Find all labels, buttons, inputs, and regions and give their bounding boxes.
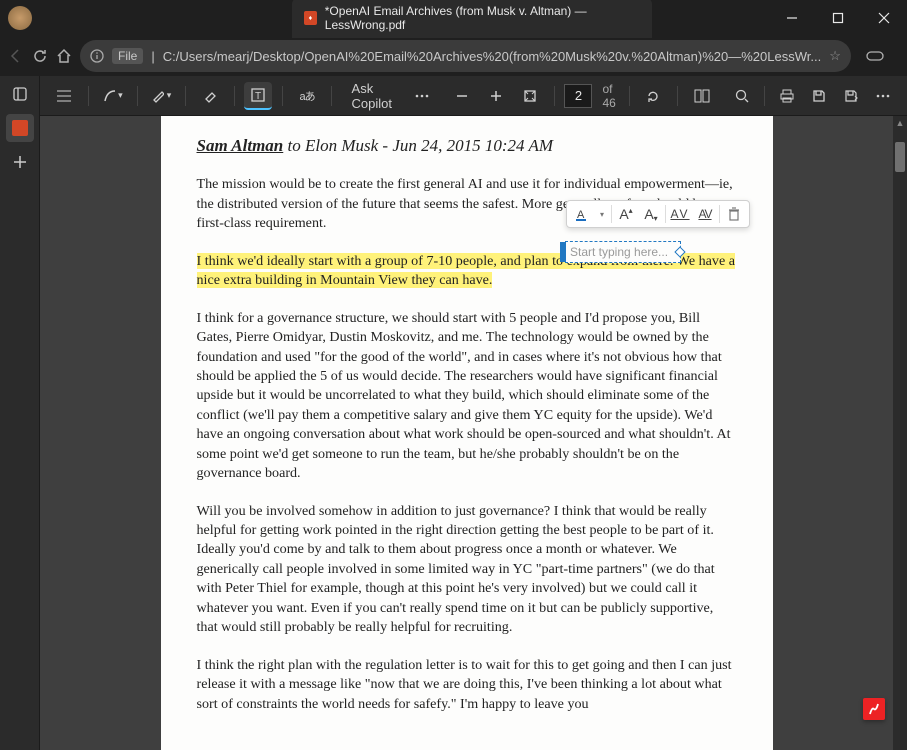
vertical-tab-rail [0, 76, 40, 750]
rotate-icon[interactable] [639, 82, 667, 110]
highlight-tool[interactable]: ▾ [147, 82, 175, 110]
text-format-toolbar: A ▾ A▴ A▾ AV AV [566, 200, 750, 228]
address-bar[interactable]: File | C:/Users/mearj/Desktop/OpenAI%20E… [80, 40, 851, 72]
toolbar-settings-icon[interactable] [869, 82, 897, 110]
protocol-label: File [112, 48, 143, 64]
annotation-text-input[interactable] [566, 245, 680, 259]
close-button[interactable] [861, 0, 907, 36]
print-icon[interactable] [773, 82, 801, 110]
page-view-icon[interactable] [688, 82, 716, 110]
pdf-viewport[interactable]: Sam Altman to Elon Musk - Jun 24, 2015 1… [40, 116, 893, 750]
search-icon[interactable] [728, 82, 756, 110]
email-to-date: to Elon Musk - Jun 24, 2015 10:24 AM [283, 136, 553, 155]
page-number-input[interactable] [564, 84, 592, 108]
increase-font-button[interactable]: A▴ [615, 203, 637, 225]
color-dropdown-icon[interactable]: ▾ [596, 203, 608, 225]
decrease-font-button[interactable]: A▾ [640, 203, 662, 225]
fit-page-icon[interactable] [516, 82, 544, 110]
pdf-toolbar: ▾ ▾ T aあ Ask Copilot of 46 [40, 76, 907, 116]
add-text-tool[interactable]: T [244, 82, 272, 110]
favorite-icon[interactable]: ☆ [829, 48, 841, 64]
pdf-icon: ♦ [304, 11, 317, 25]
paragraph-4: Will you be involved somehow in addition… [197, 502, 737, 638]
browser-tab[interactable]: ♦ *OpenAI Email Archives (from Musk v. A… [292, 0, 652, 38]
title-bar: ♦ *OpenAI Email Archives (from Musk v. A… [0, 0, 907, 36]
paragraph-5: I think the right plan with the regulati… [197, 656, 737, 714]
erase-tool[interactable] [196, 82, 224, 110]
page-total-label: of 46 [602, 82, 618, 110]
url-separator: | [151, 49, 154, 64]
maximize-button[interactable] [815, 0, 861, 36]
tab-actions-icon[interactable] [6, 80, 34, 108]
url-path: C:/Users/mearj/Desktop/OpenAI%20Email%20… [163, 49, 821, 64]
draw-tool[interactable]: ▾ [99, 82, 127, 110]
scrollbar-thumb[interactable] [895, 142, 905, 172]
info-icon [90, 49, 104, 63]
read-aloud-icon[interactable]: aあ [293, 82, 321, 110]
email-heading: Sam Altman to Elon Musk - Jun 24, 2015 1… [197, 134, 737, 157]
vertical-scrollbar[interactable]: ▲ [893, 116, 907, 750]
ask-copilot-button[interactable]: Ask Copilot [342, 82, 402, 110]
text-annotation-box[interactable] [565, 241, 681, 263]
tab-title: *OpenAI Email Archives (from Musk v. Alt… [325, 4, 640, 32]
current-tab-thumb[interactable] [6, 114, 34, 142]
email-from: Sam Altman [197, 136, 284, 155]
url-bar: File | C:/Users/mearj/Desktop/OpenAI%20E… [0, 36, 907, 76]
svg-text:T: T [255, 91, 261, 102]
game-controller-icon[interactable] [859, 40, 891, 72]
zoom-out-button[interactable] [448, 82, 476, 110]
text-color-button[interactable]: A [571, 203, 593, 225]
save-as-icon[interactable] [837, 82, 865, 110]
scroll-up-arrow[interactable]: ▲ [893, 116, 907, 130]
profile-avatar[interactable] [8, 6, 32, 30]
back-button[interactable] [8, 40, 24, 72]
contents-icon[interactable] [50, 82, 78, 110]
paragraph-3: I think for a governance structure, we s… [197, 309, 737, 484]
minimize-button[interactable] [769, 0, 815, 36]
increase-spacing-button[interactable]: AV [669, 203, 691, 225]
extensions-icon[interactable] [897, 40, 907, 72]
window-controls [769, 0, 907, 36]
annotation-move-handle[interactable] [560, 242, 566, 262]
home-button[interactable] [56, 40, 72, 72]
toolbar-more-icon[interactable] [408, 82, 436, 110]
zoom-in-button[interactable] [482, 82, 510, 110]
decrease-spacing-button[interactable]: AV [694, 203, 716, 225]
adobe-pdf-icon[interactable] [863, 698, 885, 720]
save-icon[interactable] [805, 82, 833, 110]
refresh-button[interactable] [32, 40, 48, 72]
delete-text-button[interactable] [723, 203, 745, 225]
new-tab-button[interactable] [6, 148, 34, 176]
